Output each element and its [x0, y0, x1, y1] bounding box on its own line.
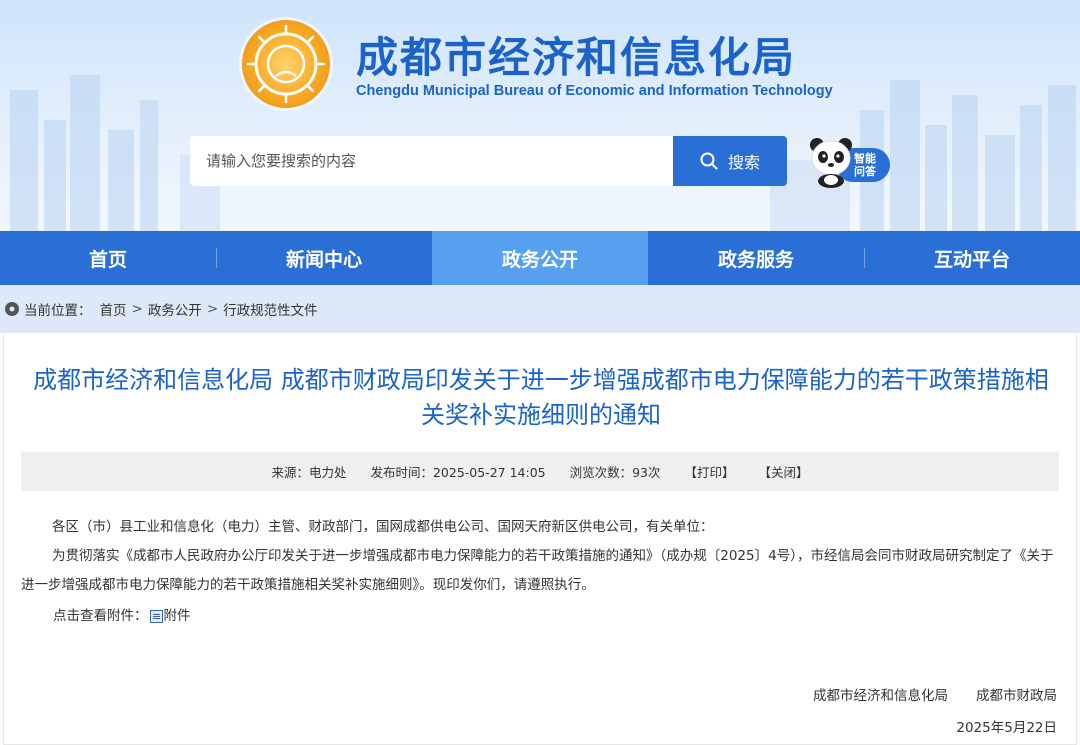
attachment-line: 点击查看附件： 附件: [21, 602, 1061, 631]
article-view-count: 浏览次数：93次: [569, 465, 661, 480]
site-title: 成都市经济和信息化局: [356, 33, 797, 82]
article-body: 各区（市）县工业和信息化（电力）主管、财政部门，国网成都供电公司、国网天府新区供…: [21, 513, 1061, 631]
nav-item-government-services[interactable]: 政务服务: [648, 231, 864, 285]
article-source: 来源：电力处: [271, 465, 347, 480]
article-paragraph: 为贯彻落实《成都市人民政府办公厅印发关于进一步增强成都市电力保障能力的若干政策措…: [21, 548, 1054, 593]
breadcrumb-home[interactable]: 首页: [100, 299, 127, 319]
close-link[interactable]: 【关闭】: [759, 462, 809, 481]
print-link[interactable]: 【打印】: [685, 462, 735, 481]
breadcrumb-government-affairs[interactable]: 政务公开: [148, 299, 202, 319]
site-subtitle: Chengdu Municipal Bureau of Economic and…: [356, 83, 833, 99]
nav-item-home[interactable]: 首页: [0, 231, 216, 285]
attachment-link[interactable]: 附件: [164, 602, 191, 631]
article-salutation: 各区（市）县工业和信息化（电力）主管、财政部门，国网成都供电公司、国网天府新区供…: [52, 519, 714, 535]
location-pin-icon: [5, 302, 19, 316]
nav-item-news-center[interactable]: 新闻中心: [216, 231, 432, 285]
main-nav: 首页 新闻中心 政务公开 政务服务 互动平台: [0, 231, 1080, 285]
breadcrumb-separator: >: [131, 301, 143, 317]
breadcrumb: 当前位置： 首页 > 政务公开 > 行政规范性文件: [0, 285, 1080, 333]
article-publish-time: 发布时间：2025-05-27 14:05: [370, 465, 546, 480]
bureau-logo: [242, 20, 330, 108]
panda-mascot-icon: [810, 138, 852, 188]
nav-item-government-affairs-disclosure[interactable]: 政务公开: [432, 231, 648, 285]
search-button[interactable]: 搜索: [673, 136, 787, 186]
attachment-file-icon: [149, 610, 163, 623]
nav-item-interaction-platform[interactable]: 互动平台: [864, 231, 1080, 285]
article-meta-bar: 来源：电力处 发布时间：2025-05-27 14:05 浏览次数：93次 【打…: [21, 452, 1059, 491]
signer-finance-bureau: 成都市财政局: [976, 688, 1057, 704]
article-sign-date: 2025年5月22日: [956, 720, 1057, 736]
breadcrumb-normative-documents[interactable]: 行政规范性文件: [223, 299, 318, 319]
article-title: 成都市经济和信息化局 成都市财政局印发关于进一步增强成都市电力保障能力的若干政策…: [33, 366, 1049, 429]
article-container: 成都市经济和信息化局 成都市财政局印发关于进一步增强成都市电力保障能力的若干政策…: [3, 333, 1077, 745]
site-header: 成都市经济和信息化局 Chengdu Municipal Bureau of E…: [0, 0, 1080, 231]
signer-bureau: 成都市经济和信息化局: [813, 688, 948, 704]
search-input[interactable]: [190, 136, 674, 186]
attachment-prefix: 点击查看附件：: [53, 608, 148, 624]
smart-qa-assistant[interactable]: 智能 问答: [808, 136, 890, 188]
search-button-label: 搜索: [727, 153, 760, 172]
breadcrumb-separator: >: [206, 301, 219, 317]
breadcrumb-prefix: 当前位置：: [24, 303, 92, 319]
search-icon: [700, 152, 718, 170]
article-signers: 成都市经济和信息化局 成都市财政局: [813, 684, 1057, 704]
